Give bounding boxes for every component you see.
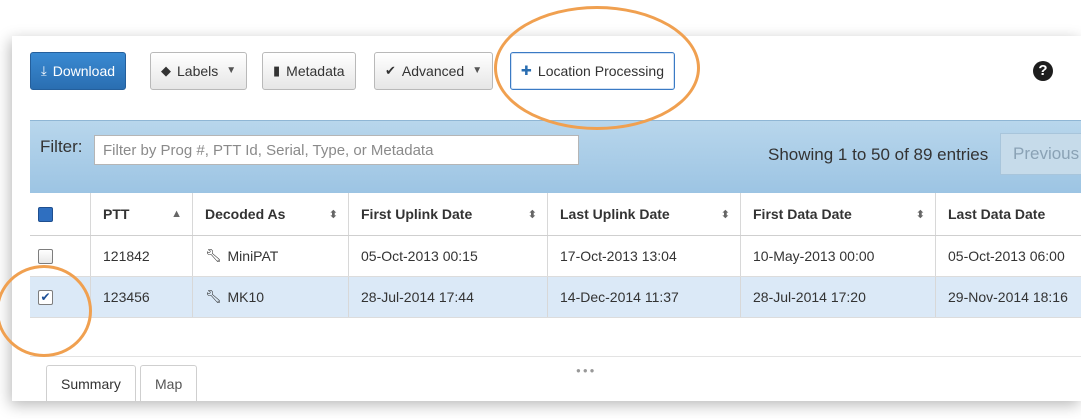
- header-last-uplink-label: Last Uplink Date: [560, 206, 670, 222]
- sort-asc-icon: ▲: [171, 208, 182, 220]
- header-last-data-label: Last Data Date: [948, 206, 1046, 222]
- wrench-icon: 🔧︎: [205, 248, 222, 263]
- select-all-cell: [30, 193, 90, 235]
- caret-down-icon: ▼: [226, 65, 237, 76]
- table-header: PTT ▲ Decoded As ⬍ First Uplink Date ⬍ L…: [30, 193, 1081, 236]
- cell-last-data: 29-Nov-2014 18:16: [935, 277, 1081, 317]
- row-select-cell: [30, 318, 90, 329]
- header-ptt-label: PTT: [103, 206, 130, 222]
- row-select-cell: [30, 236, 90, 276]
- header-ptt[interactable]: PTT ▲: [90, 193, 192, 235]
- sort-icon: ⬍: [915, 208, 925, 221]
- header-first-uplink-label: First Uplink Date: [361, 206, 473, 222]
- cell-ptt: 121842: [90, 236, 192, 276]
- download-icon: ⤓: [41, 63, 47, 78]
- sort-icon: ⬍: [720, 208, 730, 221]
- advanced-button[interactable]: ✔ Advanced ▼: [374, 52, 494, 90]
- cell-decoded-as: 🔧︎ MiniPAT: [192, 236, 348, 276]
- cell-last-uplink: 14-Dec-2014 11:37: [547, 277, 740, 317]
- header-first-uplink[interactable]: First Uplink Date ⬍: [348, 193, 547, 235]
- cell-first-data: 10-May-2013 00:00: [740, 236, 935, 276]
- tab-bar: Summary Map: [30, 356, 1081, 401]
- cell-first-data: 28-Jul-2014 17:20: [740, 277, 935, 317]
- previous-button[interactable]: Previous: [1000, 133, 1081, 175]
- panel: ⤓ Download ◆ Labels ▼ ▮ Metadata ✔ Advan…: [12, 36, 1081, 401]
- sort-icon: ⬍: [527, 208, 537, 221]
- toolbar: ⤓ Download ◆ Labels ▼ ▮ Metadata ✔ Advan…: [12, 36, 1081, 120]
- table-row[interactable]: 121842 🔧︎ MiniPAT 05-Oct-2013 00:15 17-Oc…: [30, 236, 1081, 277]
- cell-last-uplink: 17-Oct-2013 13:04: [547, 236, 740, 276]
- sort-icon: ⬍: [328, 208, 338, 221]
- header-decoded-as[interactable]: Decoded As ⬍: [192, 193, 348, 235]
- header-decoded-as-label: Decoded As: [205, 206, 286, 222]
- row-select-cell: ✔: [30, 277, 90, 317]
- row-checkbox[interactable]: [38, 248, 53, 264]
- wrench-icon: 🔧︎: [205, 289, 222, 304]
- labels-label: Labels: [177, 63, 219, 79]
- data-table: PTT ▲ Decoded As ⬍ First Uplink Date ⬍ L…: [30, 193, 1081, 329]
- check-circle-icon: ✔: [385, 63, 396, 78]
- cell-first-uplink: 28-Jul-2014 17:44: [348, 277, 547, 317]
- row-checkbox-checked[interactable]: ✔: [38, 289, 53, 305]
- tag-icon: ◆: [161, 63, 171, 78]
- advanced-label: Advanced: [401, 63, 465, 79]
- tab-map[interactable]: Map: [140, 365, 198, 401]
- cell-decoded-as: 🔧︎ MK10: [192, 277, 348, 317]
- cell-first-uplink: 05-Oct-2013 00:15: [348, 236, 547, 276]
- metadata-button[interactable]: ▮ Metadata: [262, 52, 356, 90]
- caret-down-icon: ▼: [472, 65, 483, 76]
- help-icon[interactable]: ?: [1033, 61, 1053, 81]
- location-processing-label: Location Processing: [537, 63, 664, 79]
- header-last-data[interactable]: Last Data Date: [935, 193, 1081, 235]
- header-first-data-label: First Data Date: [753, 206, 852, 222]
- book-icon: ▮: [273, 63, 281, 78]
- cell-last-data: 05-Oct-2013 06:00: [935, 236, 1081, 276]
- tab-summary[interactable]: Summary: [46, 365, 136, 401]
- download-button[interactable]: ⤓ Download: [30, 52, 127, 90]
- filter-bar: Filter: Showing 1 to 50 of 89 entries Pr…: [30, 120, 1081, 194]
- decoded-as-value: MK10: [227, 289, 265, 305]
- header-last-uplink[interactable]: Last Uplink Date ⬍: [547, 193, 740, 235]
- crosshair-icon: ✚: [521, 63, 532, 78]
- select-all-checkbox[interactable]: [38, 206, 53, 222]
- labels-button[interactable]: ◆ Labels ▼: [150, 52, 248, 90]
- decoded-as-value: MiniPAT: [227, 248, 279, 264]
- filter-label: Filter:: [40, 137, 83, 156]
- entries-count: Showing 1 to 50 of 89 entries: [768, 145, 989, 164]
- header-first-data[interactable]: First Data Date ⬍: [740, 193, 935, 235]
- table-row[interactable]: ✔ 123456 🔧︎ MK10 28-Jul-2014 17:44 14-Dec…: [30, 277, 1081, 318]
- location-processing-button[interactable]: ✚ Location Processing: [510, 52, 675, 90]
- cell-ptt: 123456: [90, 277, 192, 317]
- filter-input[interactable]: [94, 135, 579, 165]
- download-label: Download: [52, 63, 116, 79]
- table-row-partial[interactable]: [30, 318, 1081, 329]
- metadata-label: Metadata: [286, 63, 345, 79]
